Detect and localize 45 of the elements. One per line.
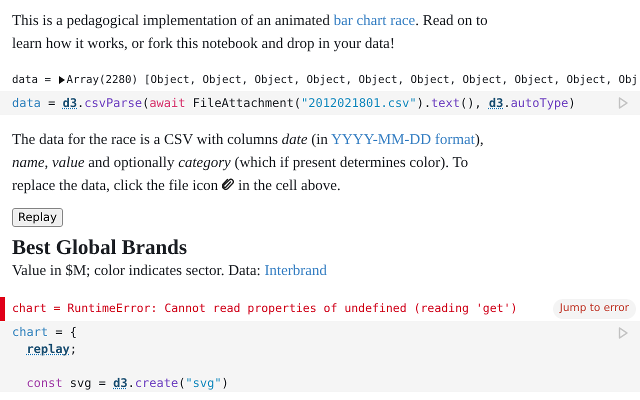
run-icon[interactable] bbox=[618, 97, 628, 109]
code-text: ; bbox=[70, 341, 78, 358]
output-preview: [Object, Object, Object, Object, Object, Object, Object, Object, Object, Obj bbox=[144, 72, 638, 88]
paperclip-icon bbox=[222, 178, 234, 191]
link[interactable]: YYYY-MM-DD format bbox=[331, 132, 475, 148]
paragraph: The data for the race is a CSV with columns date (in YYYY-MM-DD format), name, value and optionally category (which if present determines color). To replace the data, click the file icon in the cell above. bbox=[11, 131, 485, 196]
code-text: ) bbox=[568, 95, 576, 112]
variable-name: chart bbox=[12, 324, 48, 341]
code-text: ( bbox=[142, 95, 150, 112]
global-reference: d3 bbox=[62, 95, 78, 112]
method-name: autoType bbox=[510, 95, 568, 112]
string-literal: "svg" bbox=[185, 375, 222, 392]
run-icon[interactable] bbox=[618, 327, 628, 339]
global-reference: replay bbox=[26, 341, 70, 358]
keyword: const bbox=[26, 375, 63, 392]
code-text: . bbox=[77, 95, 84, 112]
jump-to-error-button[interactable]: Jump to error bbox=[552, 299, 636, 319]
replay-button[interactable]: Replay bbox=[12, 208, 63, 228]
code-text: svg = bbox=[68, 375, 107, 392]
code-text: ( bbox=[178, 375, 186, 392]
code-text: . bbox=[128, 375, 135, 392]
method-name: csvParse bbox=[84, 95, 142, 112]
array-summary[interactable]: Array(2280) bbox=[66, 72, 138, 88]
code-text: . bbox=[503, 95, 511, 112]
method-name: create bbox=[134, 375, 178, 392]
output-name: data = bbox=[12, 72, 52, 88]
code-text: = { bbox=[54, 324, 78, 341]
paragraph: This is a pedagogical implementation of an animated bar chart race. Read on to learn how it works, or fork this notebook and drop in your data! bbox=[11, 12, 489, 54]
section-heading: Best Global Brands bbox=[11, 234, 188, 260]
code-text: ). bbox=[416, 95, 432, 112]
method-name: text bbox=[431, 95, 460, 112]
link[interactable]: Interbrand bbox=[264, 263, 327, 279]
code-text: (), bbox=[460, 95, 483, 112]
paragraph: Value in $M; color indicates sector. Data: Interbrand bbox=[11, 262, 328, 281]
string-literal: "2012021801.csv" bbox=[301, 95, 417, 112]
keyword: await bbox=[149, 95, 186, 112]
code-text: FileAttachment( bbox=[192, 95, 302, 112]
variable-name: data bbox=[12, 95, 41, 112]
link[interactable]: bar chart race bbox=[334, 13, 416, 29]
global-reference: d3 bbox=[488, 95, 504, 112]
global-reference: d3 bbox=[113, 375, 128, 392]
code-text: ) bbox=[222, 375, 229, 392]
error-message: chart = RuntimeError: Cannot read properties of undefined (reading 'get') bbox=[12, 300, 518, 318]
code-text: = bbox=[47, 95, 56, 112]
disclosure-triangle-icon[interactable] bbox=[58, 76, 65, 84]
